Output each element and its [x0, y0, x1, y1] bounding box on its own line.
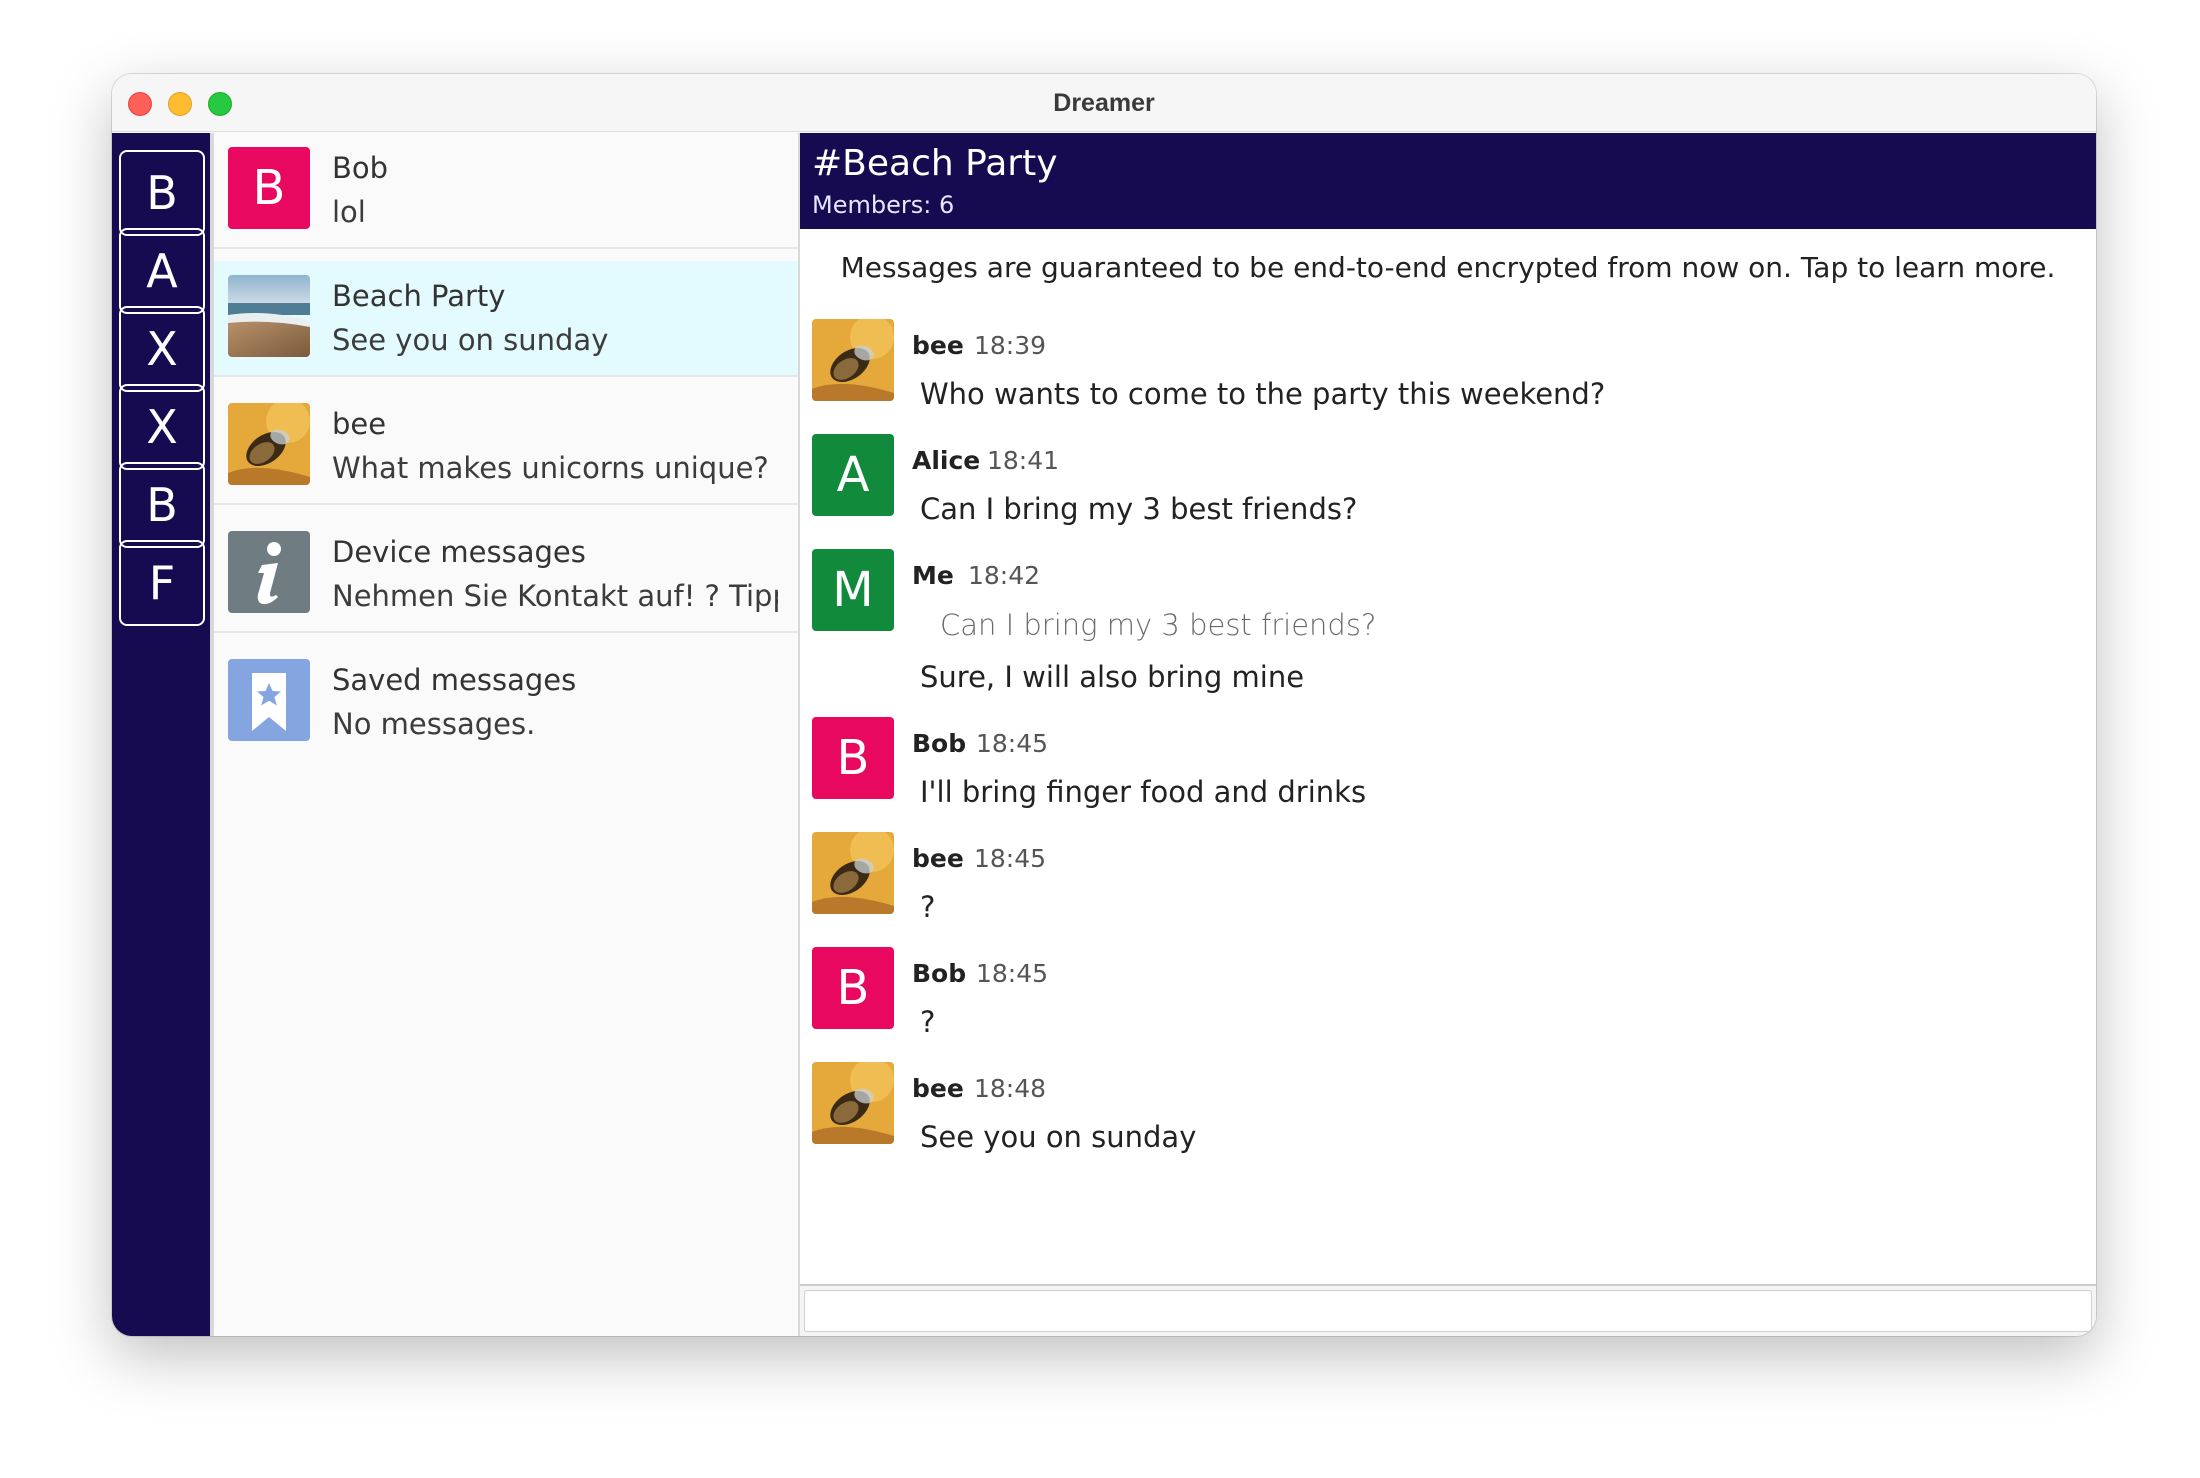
chat-list-item-beach-party[interactable]: Beach Party See you on sunday: [214, 261, 798, 377]
message-author: bee: [912, 1074, 964, 1103]
account-button-2[interactable]: A: [119, 228, 205, 314]
message-text: ?: [920, 1005, 936, 1039]
letter-avatar: B: [812, 947, 894, 1029]
bee-photo-avatar: [812, 832, 894, 914]
chat-name: Device messages: [332, 535, 586, 569]
message-time: 18:41: [987, 446, 1060, 475]
beach-photo-icon: [228, 275, 310, 357]
chat-list-item-bee[interactable]: bee What makes unicorns unique?: [214, 389, 798, 505]
message-author: bee: [912, 844, 964, 873]
app-window: Dreamer B A X X B F B Bob lol Beach Part…: [112, 74, 2096, 1336]
conversation-title: #Beach Party: [812, 143, 1058, 184]
message-time: 18:48: [974, 1074, 1047, 1103]
beach-photo-avatar: [228, 275, 310, 357]
chat-preview: What makes unicorns unique?: [332, 451, 769, 485]
message-time: 18:45: [974, 844, 1047, 873]
message-text: Who wants to come to the party this week…: [920, 377, 1606, 411]
info-icon: [228, 531, 310, 613]
message-input[interactable]: [804, 1290, 2092, 1332]
bee-photo-avatar: [812, 1062, 894, 1144]
message-text: Can I bring my 3 best friends?: [920, 492, 1358, 526]
message-author: Bob: [912, 729, 967, 758]
bee-photo-avatar: [812, 319, 894, 401]
message-text: I'll bring finger food and drinks: [920, 775, 1367, 809]
avatar: A: [812, 434, 894, 516]
composer-area: [800, 1284, 2096, 1336]
message-time: 18:39: [974, 331, 1047, 360]
conversation-panel: #Beach Party Members: 6 Messages are gua…: [800, 133, 2096, 1336]
avatar: B: [228, 147, 310, 229]
chat-list-item-saved-messages[interactable]: Saved messages No messages.: [214, 645, 798, 761]
bee-photo-icon: [812, 319, 894, 401]
message-text: ?: [920, 890, 936, 924]
chat-name: Beach Party: [332, 279, 506, 313]
avatar: B: [812, 947, 894, 1029]
message-author: Bob: [912, 959, 967, 988]
letter-avatar: A: [812, 434, 894, 516]
bee-photo-avatar: [228, 403, 310, 485]
message-time: 18:45: [976, 959, 1049, 988]
chat-preview: Nehmen Sie Kontakt auf! ? Tipp ...: [332, 579, 778, 613]
chat-preview: See you on sunday: [332, 323, 609, 357]
chat-list-item-device-messages[interactable]: Device messages Nehmen Sie Kontakt auf! …: [214, 517, 798, 633]
account-button-6[interactable]: F: [119, 540, 205, 626]
encryption-notice[interactable]: Messages are guaranteed to be end-to-end…: [800, 251, 2096, 284]
member-count: Members: 6: [812, 191, 955, 219]
chat-list: B Bob lol Beach Party See you on sunday …: [210, 133, 800, 1336]
letter-avatar: B: [228, 147, 310, 229]
bookmark-icon: [228, 659, 310, 741]
chat-name: bee: [332, 407, 387, 441]
bee-photo-icon: [812, 1062, 894, 1144]
chat-list-item-bob[interactable]: B Bob lol: [214, 133, 798, 249]
message-time: 18:42: [968, 561, 1041, 590]
account-button-3[interactable]: X: [119, 306, 205, 392]
message-author: bee: [912, 331, 964, 360]
chat-name: Bob: [332, 151, 389, 185]
avatar: M: [812, 549, 894, 631]
message-author: Alice: [912, 446, 981, 475]
title-bar: Dreamer: [112, 74, 2096, 132]
message-author: Me: [912, 561, 954, 590]
chat-preview: No messages.: [332, 707, 536, 741]
account-button-1[interactable]: B: [119, 150, 205, 236]
letter-avatar: M: [812, 549, 894, 631]
chat-name: Saved messages: [332, 663, 577, 697]
window-title: Dreamer: [1053, 89, 1155, 117]
message-text: Sure, I will also bring mine: [920, 660, 1305, 694]
conversation-header[interactable]: #Beach Party Members: 6: [800, 133, 2096, 229]
bee-photo-icon: [228, 403, 310, 485]
message-time: 18:45: [976, 729, 1049, 758]
bee-photo-icon: [812, 832, 894, 914]
account-button-4[interactable]: X: [119, 384, 205, 470]
account-switcher: B A X X B F: [112, 133, 210, 1336]
letter-avatar: B: [812, 717, 894, 799]
account-button-5[interactable]: B: [119, 462, 205, 548]
quoted-message[interactable]: Can I bring my 3 best friends?: [940, 608, 1376, 642]
message-text: See you on sunday: [920, 1120, 1197, 1154]
chat-preview: lol: [332, 195, 366, 229]
avatar: B: [812, 717, 894, 799]
